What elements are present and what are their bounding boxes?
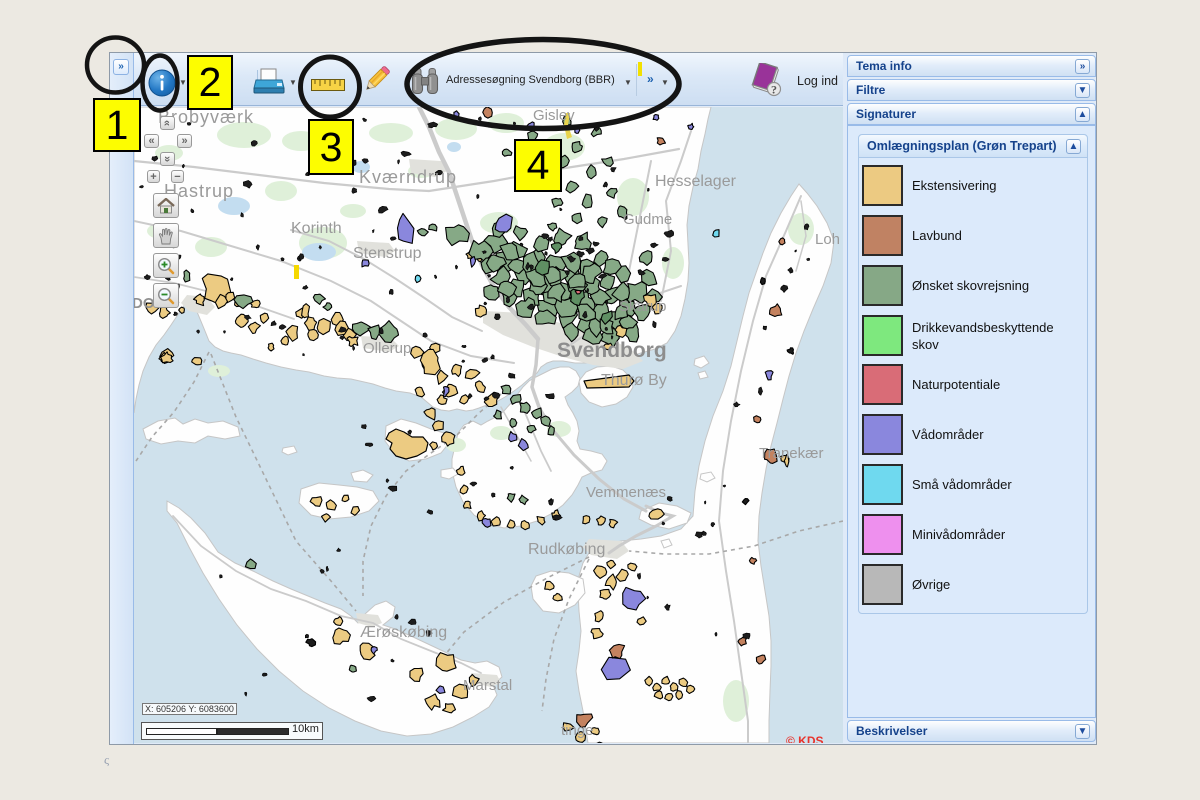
svg-text:?: ?	[771, 83, 777, 97]
svg-text:tinge: tinge	[561, 722, 594, 739]
svg-text:Marstal: Marstal	[463, 677, 512, 694]
svg-text:Stenstrup: Stenstrup	[353, 245, 422, 262]
svg-text:Hesselager: Hesselager	[655, 173, 737, 190]
svg-text:Rudkøbing: Rudkøbing	[528, 541, 605, 558]
svg-text:DO: DO	[134, 295, 155, 312]
svg-text:Gislev: Gislev	[533, 107, 575, 124]
svg-text:Kværndrup: Kværndrup	[359, 167, 457, 187]
svg-text:Thurø By: Thurø By	[601, 372, 667, 389]
svg-text:Ærøskøbing: Ærøskøbing	[360, 624, 447, 641]
svg-text:Korinth: Korinth	[291, 220, 342, 237]
svg-text:Gudme: Gudme	[623, 211, 672, 228]
svg-text:Ollerup: Ollerup	[363, 340, 411, 357]
svg-text:Tranekær: Tranekær	[759, 445, 823, 462]
svg-text:Loh: Loh	[815, 231, 840, 248]
svg-text:Svendborg: Svendborg	[557, 339, 667, 362]
svg-text:Skårup: Skårup	[619, 298, 667, 315]
svg-text:Vemmenæs: Vemmenæs	[586, 484, 666, 501]
